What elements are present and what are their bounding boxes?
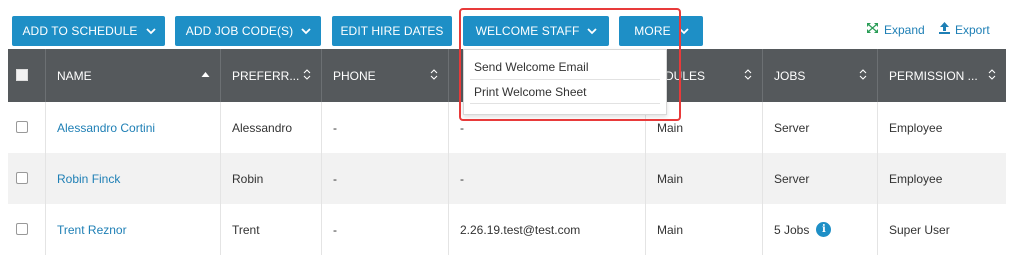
add-job-codes-button[interactable]: ADD JOB CODE(S) bbox=[175, 16, 321, 46]
add-to-schedule-button[interactable]: ADD TO SCHEDULE bbox=[12, 16, 165, 46]
column-header-permission[interactable]: PERMISSION ... bbox=[878, 49, 1006, 102]
expand-icon bbox=[866, 22, 879, 37]
column-label: PERMISSION ... bbox=[889, 68, 978, 83]
email-cell: 2.26.19.test@test.com bbox=[449, 204, 646, 255]
permission-cell: Employee bbox=[889, 171, 943, 186]
info-icon[interactable]: i bbox=[816, 222, 832, 237]
jobs-cell: Server bbox=[763, 153, 878, 204]
select-cell bbox=[8, 102, 46, 153]
select-cell bbox=[8, 204, 46, 255]
table-row: Trent Reznor Trent - 2.26.19.test@test.c… bbox=[8, 204, 1006, 255]
phone-cell: - bbox=[322, 153, 449, 204]
jobs-cell: 5 Jobs i bbox=[763, 204, 878, 255]
export-label: Export bbox=[955, 22, 990, 37]
header-select-cell bbox=[8, 49, 46, 102]
permission-cell: Super User bbox=[889, 222, 950, 237]
schedules-cell: Main bbox=[646, 153, 763, 204]
select-all-checkbox[interactable] bbox=[16, 69, 28, 81]
sort-icon bbox=[430, 68, 438, 84]
edit-hire-dates-button[interactable]: EDIT HIRE DATES bbox=[332, 16, 452, 46]
column-label: PREFERR... bbox=[232, 68, 300, 83]
phone-cell: - bbox=[322, 204, 449, 255]
column-label: PHONE bbox=[333, 68, 376, 83]
email-cell: - bbox=[449, 153, 646, 204]
jobs-cell: Server bbox=[763, 102, 878, 153]
highlight-box bbox=[459, 8, 681, 121]
export-icon bbox=[939, 22, 950, 37]
preferred-name-cell: Robin bbox=[221, 153, 322, 204]
column-header-preferred[interactable]: PREFERR... bbox=[221, 49, 322, 102]
preferred-name-cell: Alessandro bbox=[221, 102, 322, 153]
table-row: Robin Finck Robin - - Main Server Employ… bbox=[8, 153, 1006, 204]
employee-name-link[interactable]: Trent Reznor bbox=[46, 204, 221, 255]
employee-name-link[interactable]: Alessandro Cortini bbox=[46, 102, 221, 153]
column-label: NAME bbox=[57, 68, 92, 83]
column-label: JOBS bbox=[774, 68, 806, 83]
phone-cell: - bbox=[322, 102, 449, 153]
add-to-schedule-label: ADD TO SCHEDULE bbox=[22, 24, 138, 38]
preferred-name-cell: Trent bbox=[221, 204, 322, 255]
jobs-count: 5 Jobs bbox=[774, 222, 810, 237]
add-job-codes-label: ADD JOB CODE(S) bbox=[185, 24, 294, 38]
row-checkbox[interactable] bbox=[16, 223, 28, 235]
row-checkbox[interactable] bbox=[16, 121, 28, 133]
schedules-cell: Main bbox=[646, 204, 763, 255]
expand-label: Expand bbox=[884, 22, 925, 37]
sort-icon bbox=[303, 68, 311, 84]
column-header-jobs[interactable]: JOBS bbox=[763, 49, 878, 102]
select-cell bbox=[8, 153, 46, 204]
column-header-phone[interactable]: PHONE bbox=[322, 49, 449, 102]
chevron-down-icon bbox=[145, 27, 156, 36]
sort-ascending-icon bbox=[201, 68, 210, 82]
sort-icon bbox=[988, 68, 996, 84]
edit-hire-dates-label: EDIT HIRE DATES bbox=[340, 24, 444, 38]
sort-icon bbox=[859, 68, 867, 84]
export-link[interactable]: Export bbox=[939, 22, 990, 37]
sort-icon bbox=[744, 68, 752, 84]
chevron-down-icon bbox=[301, 27, 311, 36]
employee-name-link[interactable]: Robin Finck bbox=[46, 153, 221, 204]
column-header-name[interactable]: NAME bbox=[46, 49, 221, 102]
expand-link[interactable]: Expand bbox=[866, 22, 925, 37]
row-checkbox[interactable] bbox=[16, 172, 28, 184]
permission-cell: Employee bbox=[889, 120, 943, 135]
